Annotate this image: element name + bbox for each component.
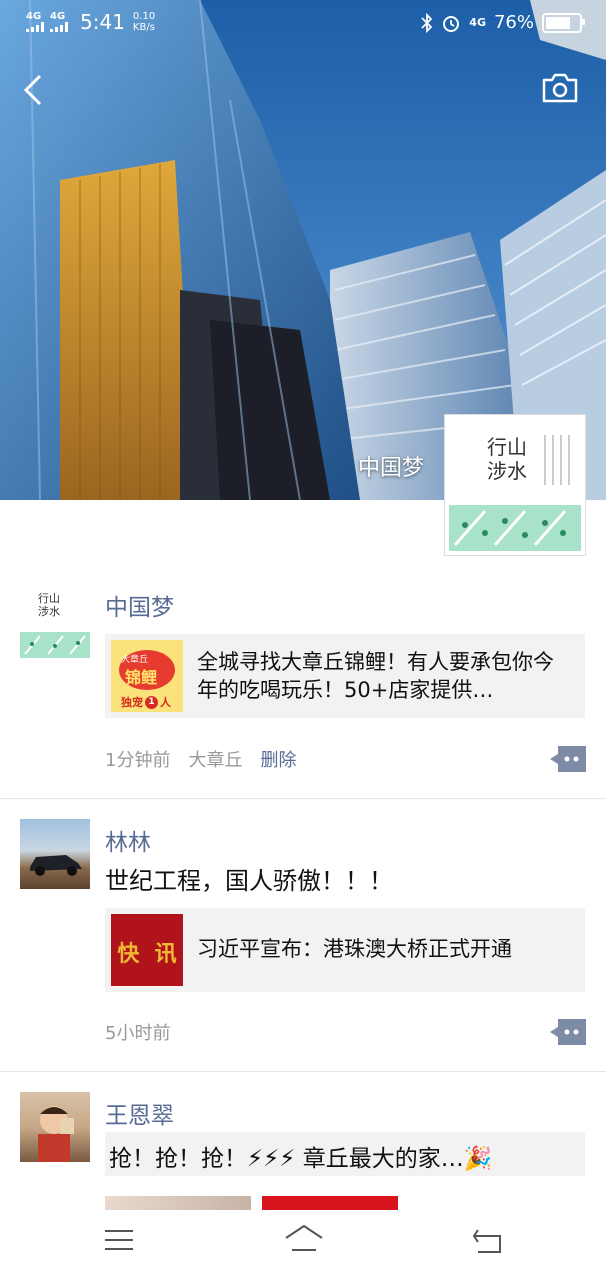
avatar[interactable]: 行山 涉水 [20, 588, 90, 658]
signal-indicator-2: 4G [50, 12, 68, 32]
profile-avatar[interactable]: 行山 涉水 [444, 414, 586, 556]
speed-unit: KB/s [132, 22, 155, 33]
post-meta: 1分钟前 大章丘 删除 [105, 746, 296, 772]
link-title: 全城寻找大章丘锦鲤！有人要承包你今年的吃喝玩乐！50+店家提供… [197, 650, 554, 702]
link-title: 习近平宣布：港珠澳大桥正式开通 [197, 937, 512, 961]
signal-icon [50, 22, 68, 32]
link-thumbnail: 快 讯 [111, 914, 183, 986]
network-type-3: 4G [469, 16, 486, 29]
system-nav-bar [0, 1210, 606, 1280]
post-location[interactable]: 大章丘 [188, 746, 242, 772]
profile-name: 中国梦 [357, 456, 424, 481]
thumb-text: 人 [160, 696, 171, 709]
comment-icon [550, 746, 586, 772]
back-arrow-icon[interactable] [472, 1228, 502, 1254]
speed-value: 0.10 [132, 11, 156, 22]
child-photo [38, 1106, 74, 1162]
menu-icon[interactable] [104, 1228, 134, 1252]
network-type-1: 4G [26, 11, 42, 22]
shared-link-card[interactable]: 大章丘 锦鲤 独宠 1 人 全城寻找大章丘锦鲤！有人要承包你今年的吃喝玩乐！50… [105, 634, 585, 718]
battery-icon [542, 12, 585, 33]
post-image[interactable] [105, 1196, 251, 1210]
comment-icon [550, 1019, 586, 1045]
post-author[interactable]: 中国梦 [105, 588, 174, 622]
car-photo [30, 855, 82, 876]
network-speed: 0.10 KB/s [133, 11, 155, 33]
avatar-art [20, 632, 90, 658]
avatar[interactable] [20, 1092, 90, 1162]
post-text: 抢！抢！抢！⚡⚡⚡ 章丘最大的家…🎉 [109, 1146, 493, 1172]
home-icon[interactable] [284, 1224, 324, 1254]
link-thumbnail: 大章丘 锦鲤 独宠 1 人 [111, 640, 183, 712]
post-meta: 5小时前 [105, 1019, 170, 1045]
camera-button[interactable] [540, 70, 580, 106]
clock: 5:41 [80, 10, 125, 34]
network-type-2: 4G [50, 11, 66, 22]
moment-post: 王恩翠 抢！抢！抢！⚡⚡⚡ 章丘最大的家…🎉 [0, 1072, 606, 1210]
chevron-left-icon [23, 74, 42, 106]
post-time: 1分钟前 [105, 750, 171, 771]
moment-post: 行山 涉水 中国梦 大章丘 锦鲤 独宠 1 人 全城寻找大章丘锦鲤！有人要承包你… [0, 574, 606, 798]
alarm-icon [443, 15, 460, 32]
camera-icon [542, 73, 578, 103]
thumb-text: 锦鲤 [125, 668, 158, 687]
avatar-art [449, 435, 581, 551]
battery-percent: 76% [493, 12, 534, 33]
moment-post: 林林 世纪工程，国人骄傲！！！ 快 讯 习近平宣布：港珠澳大桥正式开通 5小时前 [0, 799, 606, 1071]
thumb-text: 独宠 [121, 696, 143, 709]
post-author[interactable]: 王恩翠 [105, 1096, 174, 1130]
back-button[interactable] [18, 70, 54, 110]
thumb-text: 快 讯 [117, 941, 177, 967]
avatar[interactable] [20, 819, 90, 889]
thumb-text: 1 [145, 695, 158, 709]
post-text-card[interactable]: 抢！抢！抢！⚡⚡⚡ 章丘最大的家…🎉 [105, 1132, 585, 1176]
delete-link[interactable]: 删除 [260, 746, 296, 772]
post-image[interactable] [262, 1196, 398, 1210]
post-author[interactable]: 林林 [105, 823, 151, 857]
comment-button[interactable] [550, 1019, 586, 1045]
post-time: 5小时前 [105, 1023, 171, 1044]
signal-icon [26, 22, 44, 32]
bluetooth-icon [421, 12, 433, 33]
shared-link-card[interactable]: 快 讯 习近平宣布：港珠澳大桥正式开通 [105, 908, 585, 992]
signal-indicator-1: 4G [26, 12, 44, 32]
status-bar: 4G 4G 5:41 0.10 KB/s 4G 76% [0, 0, 606, 48]
post-text: 世纪工程，国人骄傲！！！ [105, 867, 393, 895]
comment-button[interactable] [550, 746, 586, 772]
